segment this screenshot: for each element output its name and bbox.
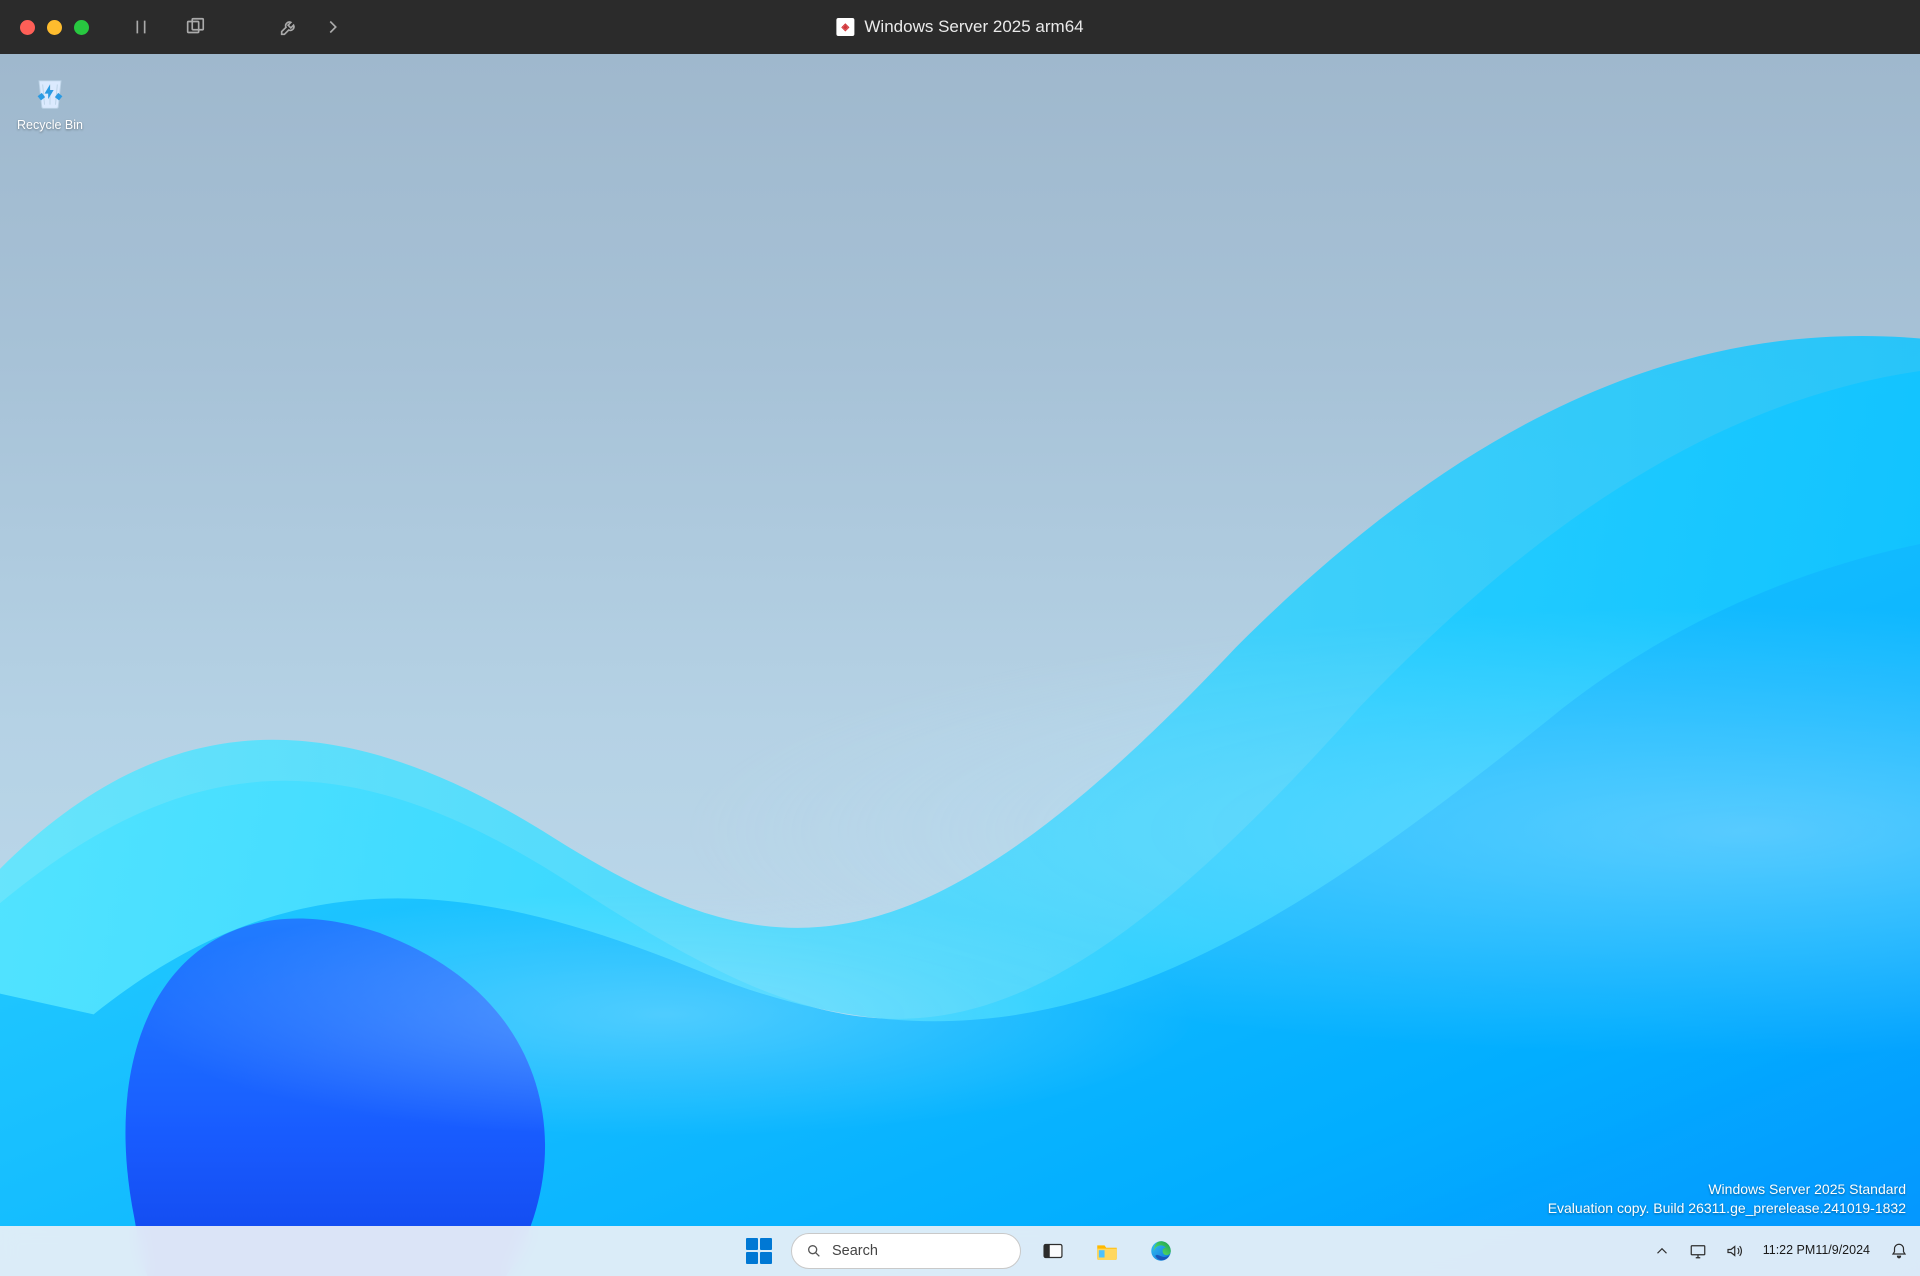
file-explorer-button[interactable]	[1085, 1229, 1129, 1273]
watermark-edition: Windows Server 2025 Standard	[1548, 1180, 1906, 1199]
windows-logo-icon	[746, 1238, 772, 1264]
window-controls	[0, 20, 89, 35]
tray-date: 11/9/2024	[1815, 1243, 1870, 1259]
recycle-bin-desktop-icon[interactable]: Recycle Bin	[10, 68, 90, 132]
search-icon	[806, 1243, 822, 1259]
desktop-watermark: Windows Server 2025 Standard Evaluation …	[1548, 1180, 1906, 1218]
watermark-build: Evaluation copy. Build 26311.ge_prerelea…	[1548, 1199, 1906, 1218]
file-explorer-icon	[1094, 1238, 1120, 1264]
task-view-icon	[1040, 1238, 1066, 1264]
taskbar: Search	[0, 1226, 1920, 1276]
tray-time: 11:22 PM	[1763, 1243, 1816, 1259]
pause-vm-button[interactable]	[129, 15, 153, 39]
recycle-bin-label: Recycle Bin	[10, 118, 90, 132]
system-tray: 11:22 PM 11/9/2024	[1649, 1226, 1912, 1276]
tray-clock[interactable]: 11:22 PM 11/9/2024	[1757, 1231, 1876, 1271]
vm-title-text: Windows Server 2025 arm64	[864, 17, 1083, 37]
edge-browser-button[interactable]	[1139, 1229, 1183, 1273]
volume-icon	[1725, 1242, 1743, 1260]
recycle-bin-icon	[28, 68, 72, 112]
tray-overflow-button[interactable]	[1649, 1231, 1675, 1271]
network-monitor-icon	[1689, 1242, 1707, 1260]
tools-button[interactable]	[277, 15, 301, 39]
chevron-up-icon	[1653, 1242, 1671, 1260]
guest-desktop[interactable]: Recycle Bin Windows Server 2025 Standard…	[0, 54, 1920, 1276]
taskbar-center: Search	[737, 1229, 1183, 1273]
vm-titlebar: ◈ Windows Server 2025 arm64	[0, 0, 1920, 54]
close-window-button[interactable]	[20, 20, 35, 35]
notification-bell-icon	[1890, 1242, 1908, 1260]
search-placeholder-text: Search	[832, 1243, 878, 1259]
vm-title-icon: ◈	[836, 18, 854, 36]
vm-controls	[129, 15, 345, 39]
vm-title: ◈ Windows Server 2025 arm64	[836, 17, 1083, 37]
expand-button[interactable]	[321, 15, 345, 39]
start-button[interactable]	[737, 1229, 781, 1273]
fullscreen-window-button[interactable]	[74, 20, 89, 35]
tray-network-button[interactable]	[1685, 1231, 1711, 1271]
taskbar-search[interactable]: Search	[791, 1233, 1021, 1269]
minimize-window-button[interactable]	[47, 20, 62, 35]
tray-volume-button[interactable]	[1721, 1231, 1747, 1271]
task-view-button[interactable]	[1031, 1229, 1075, 1273]
edge-icon	[1148, 1238, 1174, 1264]
snapshot-vm-button[interactable]	[183, 15, 207, 39]
notification-center-button[interactable]	[1886, 1231, 1912, 1271]
wallpaper	[0, 54, 1920, 1276]
